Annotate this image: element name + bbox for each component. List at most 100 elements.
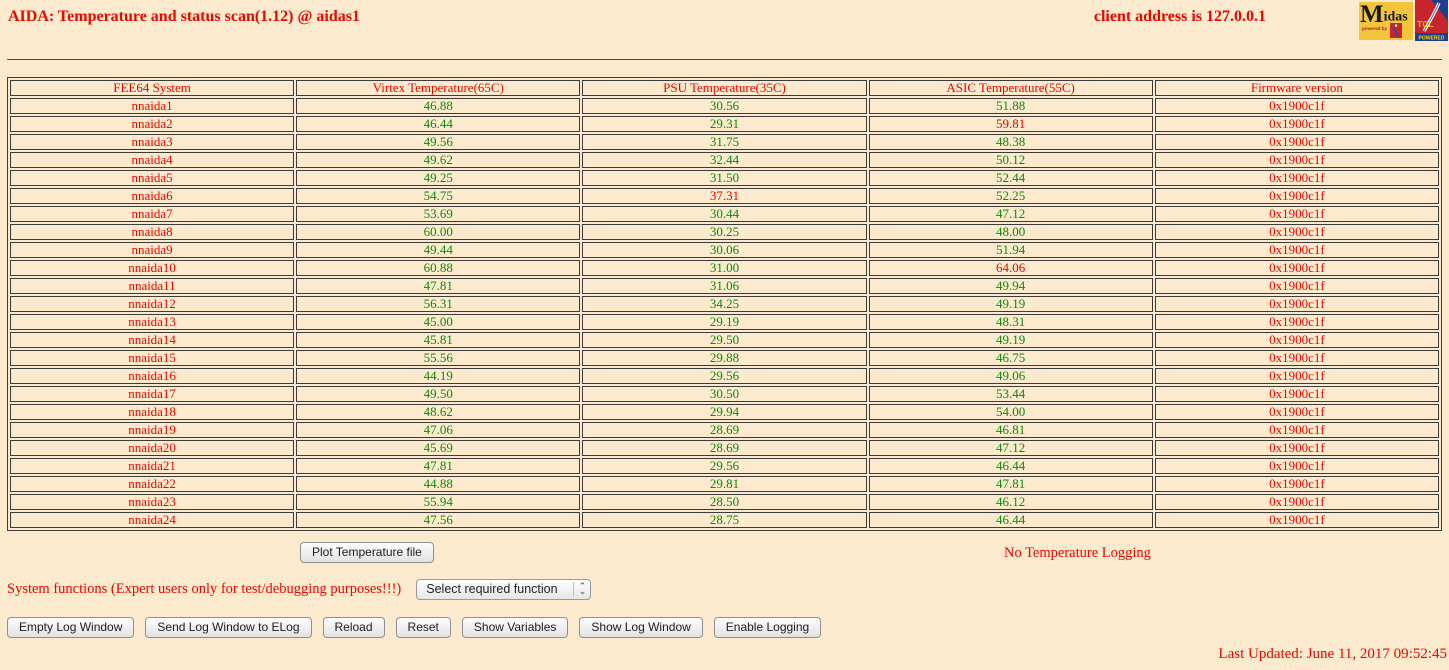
psu-temp: 30.44 xyxy=(582,206,866,222)
psu-temp: 29.31 xyxy=(582,116,866,132)
table-row: nnaida1749.5030.5053.440x1900c1f xyxy=(10,386,1439,402)
virtex-temp: 60.88 xyxy=(296,260,580,276)
firmware-version: 0x1900c1f xyxy=(1155,422,1439,438)
function-select-value: Select required function xyxy=(426,582,568,596)
psu-temp: 28.50 xyxy=(582,494,866,510)
asic-temp: 52.44 xyxy=(869,170,1153,186)
asic-temp: 50.12 xyxy=(869,152,1153,168)
system-name: nnaida16 xyxy=(10,368,294,384)
virtex-temp: 49.50 xyxy=(296,386,580,402)
asic-temp: 59.81 xyxy=(869,116,1153,132)
system-name: nnaida7 xyxy=(10,206,294,222)
column-header: ASIC Temperature(55C) xyxy=(869,80,1153,96)
system-name: nnaida14 xyxy=(10,332,294,348)
reset-button[interactable]: Reset xyxy=(396,617,451,638)
firmware-version: 0x1900c1f xyxy=(1155,350,1439,366)
last-updated: Last Updated: June 11, 2017 09:52:45 xyxy=(1218,646,1447,663)
system-name: nnaida15 xyxy=(10,350,294,366)
header: AIDA: Temperature and status scan(1.12) … xyxy=(0,0,1449,30)
psu-temp: 29.56 xyxy=(582,368,866,384)
virtex-temp: 49.56 xyxy=(296,134,580,150)
table-row: nnaida549.2531.5052.440x1900c1f xyxy=(10,170,1439,186)
divider xyxy=(7,59,1442,60)
psu-temp: 28.75 xyxy=(582,512,866,528)
virtex-temp: 44.19 xyxy=(296,368,580,384)
send-log-window-to-elog-button[interactable]: Send Log Window to ELog xyxy=(145,617,311,638)
virtex-temp: 47.56 xyxy=(296,512,580,528)
system-name: nnaida13 xyxy=(10,314,294,330)
table-row: nnaida753.6930.4447.120x1900c1f xyxy=(10,206,1439,222)
system-name: nnaida20 xyxy=(10,440,294,456)
psu-temp: 30.56 xyxy=(582,98,866,114)
system-name: nnaida8 xyxy=(10,224,294,240)
asic-temp: 47.12 xyxy=(869,440,1153,456)
empty-log-window-button[interactable]: Empty Log Window xyxy=(7,617,134,638)
table-row: nnaida2045.6928.6947.120x1900c1f xyxy=(10,440,1439,456)
asic-temp: 64.06 xyxy=(869,260,1153,276)
firmware-version: 0x1900c1f xyxy=(1155,242,1439,258)
table-row: nnaida1060.8831.0064.060x1900c1f xyxy=(10,260,1439,276)
table-row: nnaida349.5631.7548.380x1900c1f xyxy=(10,134,1439,150)
tcl-powered-logo[interactable]: TCL POWERED xyxy=(1415,0,1448,41)
asic-temp: 53.44 xyxy=(869,386,1153,402)
table-row: nnaida2147.8129.5646.440x1900c1f xyxy=(10,458,1439,474)
psu-temp: 32.44 xyxy=(582,152,866,168)
show-log-window-button[interactable]: Show Log Window xyxy=(579,617,702,638)
show-variables-button[interactable]: Show Variables xyxy=(462,617,569,638)
system-name: nnaida2 xyxy=(10,116,294,132)
firmware-version: 0x1900c1f xyxy=(1155,98,1439,114)
table-row: nnaida1445.8129.5049.190x1900c1f xyxy=(10,332,1439,348)
midas-logo[interactable]: Midas powered by xyxy=(1359,2,1413,40)
table-row: nnaida449.6232.4450.120x1900c1f xyxy=(10,152,1439,168)
psu-temp: 29.88 xyxy=(582,350,866,366)
system-name: nnaida12 xyxy=(10,296,294,312)
firmware-version: 0x1900c1f xyxy=(1155,134,1439,150)
firmware-version: 0x1900c1f xyxy=(1155,206,1439,222)
table-row: nnaida1644.1929.5649.060x1900c1f xyxy=(10,368,1439,384)
firmware-version: 0x1900c1f xyxy=(1155,224,1439,240)
psu-temp: 29.94 xyxy=(582,404,866,420)
psu-temp: 31.00 xyxy=(582,260,866,276)
firmware-version: 0x1900c1f xyxy=(1155,296,1439,312)
function-select[interactable]: Select required function ⌃⌄ xyxy=(416,579,591,600)
asic-temp: 49.94 xyxy=(869,278,1153,294)
virtex-temp: 49.25 xyxy=(296,170,580,186)
psu-temp: 37.31 xyxy=(582,188,866,204)
enable-logging-button[interactable]: Enable Logging xyxy=(714,617,821,638)
plot-temperature-file-button[interactable]: Plot Temperature file xyxy=(300,542,434,563)
plot-row: Plot Temperature file No Temperature Log… xyxy=(0,531,1449,569)
psu-temp: 29.19 xyxy=(582,314,866,330)
virtex-temp: 56.31 xyxy=(296,296,580,312)
firmware-version: 0x1900c1f xyxy=(1155,332,1439,348)
psu-temp: 34.25 xyxy=(582,296,866,312)
table-row: nnaida1345.0029.1948.310x1900c1f xyxy=(10,314,1439,330)
log-buttons-row: Empty Log Window Send Log Window to ELog R… xyxy=(7,617,1449,638)
midas-powered-by-label: powered by xyxy=(1362,26,1388,31)
firmware-version: 0x1900c1f xyxy=(1155,404,1439,420)
virtex-temp: 46.88 xyxy=(296,98,580,114)
psu-temp: 31.75 xyxy=(582,134,866,150)
table-row: nnaida1555.5629.8846.750x1900c1f xyxy=(10,350,1439,366)
table-row: nnaida146.8830.5651.880x1900c1f xyxy=(10,98,1439,114)
system-name: nnaida23 xyxy=(10,494,294,510)
table-row: nnaida860.0030.2548.000x1900c1f xyxy=(10,224,1439,240)
table-row: nnaida2244.8829.8147.810x1900c1f xyxy=(10,476,1439,492)
asic-temp: 49.19 xyxy=(869,296,1153,312)
firmware-version: 0x1900c1f xyxy=(1155,494,1439,510)
temperature-table: FEE64 SystemVirtex Temperature(65C)PSU T… xyxy=(7,77,1442,531)
firmware-version: 0x1900c1f xyxy=(1155,368,1439,384)
asic-temp: 49.06 xyxy=(869,368,1153,384)
asic-temp: 46.12 xyxy=(869,494,1153,510)
firmware-version: 0x1900c1f xyxy=(1155,458,1439,474)
system-name: nnaida4 xyxy=(10,152,294,168)
system-name: nnaida3 xyxy=(10,134,294,150)
asic-temp: 48.38 xyxy=(869,134,1153,150)
virtex-temp: 45.81 xyxy=(296,332,580,348)
reload-button[interactable]: Reload xyxy=(323,617,385,638)
virtex-temp: 54.75 xyxy=(296,188,580,204)
system-functions-label: System functions (Expert users only for … xyxy=(7,581,401,598)
virtex-temp: 47.81 xyxy=(296,278,580,294)
asic-temp: 46.81 xyxy=(869,422,1153,438)
firmware-version: 0x1900c1f xyxy=(1155,152,1439,168)
system-name: nnaida1 xyxy=(10,98,294,114)
